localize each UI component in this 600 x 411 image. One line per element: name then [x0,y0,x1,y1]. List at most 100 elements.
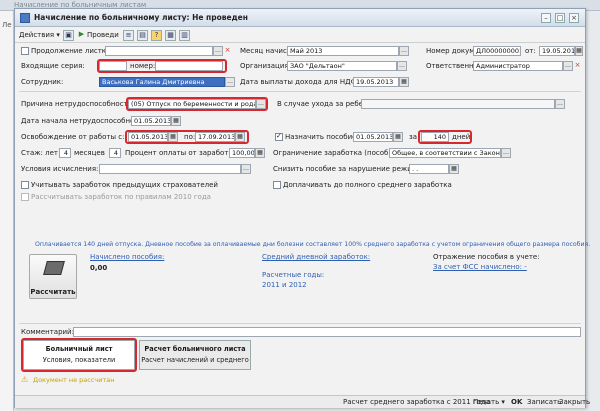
reduce-calendar-icon[interactable]: ▦ [449,164,459,174]
actions-menu[interactable]: Действия ▾ [19,30,60,41]
ok-button[interactable]: OK [511,398,522,406]
separator [19,91,581,92]
minimize-icon[interactable]: – [541,13,551,23]
window-title: Начисление по больничному листу: Не пров… [34,13,248,22]
reason-label: Причина нетрудоспособности: [21,100,135,108]
warning-icon: ⚠ [21,375,29,384]
separator-bottom [19,323,581,324]
calculator-icon [43,261,65,275]
reduce-label: Снизить пособие за нарушение режима с: [273,165,430,173]
rules2010-label: Рассчитывать заработок по правилам 2010 … [31,193,211,201]
comment-field[interactable] [73,327,581,337]
responsible-clear-icon[interactable]: × [573,61,582,71]
experience-label: Стаж: лет [21,149,59,157]
responsible-field[interactable]: Администратор [473,61,563,71]
topup-checkbox[interactable] [273,181,281,189]
grid-icon[interactable]: ▦ [165,30,176,41]
reduce-field[interactable]: . . [409,164,449,174]
years-label: Расчетные годы: [262,271,325,279]
doc-icon[interactable]: ▤ [137,30,148,41]
payout-field[interactable]: 19.05.2013 [353,77,399,87]
close-button[interactable]: Закрыть [559,398,590,406]
experience-months-field[interactable]: 4 [109,148,121,158]
info-text: Оплачивается 140 дней отпуска. Дневное п… [35,241,591,248]
org-label: Организация: [240,62,291,70]
prev-insurers-label: Учитывать заработок предыдущих страховат… [31,181,218,189]
employee-field[interactable]: Васькова Галина Дмитриевна [99,77,225,87]
highlight-series-number [97,59,227,73]
status-bar: Расчет среднего заработка с 2011 года Пе… [15,395,590,408]
calculate-button-label: Рассчитать [30,288,76,296]
release-label: Освобождение от работы с: [21,133,125,141]
start-field[interactable]: 01.05.2013 [131,116,171,126]
tab-calculation-subtitle: Расчет начислений и среднего [141,356,249,364]
employee-select-button[interactable]: … [225,77,235,87]
prev-insurers-checkbox[interactable] [21,181,29,189]
series-label: Входящие серия: [21,62,85,70]
payout-label: Дата выплаты дохода для НДФЛ: [240,78,365,86]
document-icon [20,13,30,23]
maximize-icon[interactable]: □ [555,13,565,23]
assign-calendar-icon[interactable]: ▦ [393,132,403,142]
warning-text: Документ не рассчитан [33,376,115,384]
topup-label: Доплачивать до полного среднего заработк… [283,181,452,189]
continuation-label: Продолжение листка [31,47,111,55]
background-left-panel: Ле [0,11,14,411]
docnum-field[interactable]: ДЛ000000001 [473,46,521,56]
org-field[interactable]: ЗАО "Дельтаон" [287,61,397,71]
post-icon[interactable]: ▶ [77,30,86,41]
experience-years-field[interactable]: 4 [59,148,71,158]
highlight-days [418,130,472,144]
calculate-button[interactable]: Рассчитать [29,254,77,299]
continuation-field[interactable] [105,46,213,56]
date-field[interactable]: 19.05.2013 [539,46,575,56]
employee-label: Сотрудник: [21,78,64,86]
help-icon[interactable]: ? [151,30,162,41]
comment-label: Комментарий: [21,328,74,336]
childcare-field[interactable] [361,99,555,109]
childcare-select-button[interactable]: … [555,99,565,109]
start-label: Дата начала нетрудоспособности: [21,117,150,125]
continuation-clear-icon[interactable]: × [223,46,232,56]
list-icon[interactable]: ≡ [123,30,134,41]
org-select-button[interactable]: … [397,61,407,71]
month-select-button[interactable]: … [399,46,409,56]
percent-field[interactable]: 100,00 [229,148,255,158]
percent-label: Процент оплаты от заработка: [125,149,240,157]
assign-checkbox[interactable] [275,132,283,141]
close-icon[interactable]: × [569,13,579,23]
continuation-select-button[interactable]: … [213,46,223,56]
highlight-release [125,130,249,144]
assign-from-field[interactable]: 01.05.2013 [353,132,393,142]
post-button[interactable]: Проведи [87,30,119,41]
calendar-icon[interactable]: ▦ [575,46,583,56]
payout-calendar-icon[interactable]: ▦ [399,77,409,87]
print-menu[interactable]: Печать ▾ [473,398,505,406]
accrued-value: 0,00 [90,264,108,272]
reflect-value[interactable]: За счет ФСС начислено: - [433,263,527,271]
calc-avg-button[interactable]: Расчет среднего заработка с 2011 года [343,398,490,406]
conditions-field[interactable] [99,164,241,174]
continuation-checkbox[interactable] [21,47,29,55]
conditions-label: Условия исчисления: [21,165,99,173]
tab-calculation[interactable]: Расчет больничного листа Расчет начислен… [139,340,251,370]
month-field[interactable]: Май 2013 [287,46,399,56]
percent-calc-icon[interactable]: ▦ [255,148,265,158]
avg-label[interactable]: Средний дневной заработок: [262,253,370,261]
highlight-tab [21,338,137,372]
date-label: от: [525,47,536,55]
assign-days-label: за [409,133,418,141]
save-button[interactable]: Записать [527,398,561,406]
start-calendar-icon[interactable]: ▦ [171,116,181,126]
conditions-select-button[interactable]: … [241,164,251,174]
reflect-label: Отражение пособия в учете: [433,253,540,261]
limit-select-button[interactable]: … [501,148,511,158]
document-window: Начисление по больничному листу: Не пров… [14,8,590,408]
background-left-letter: Ле [2,21,12,29]
responsible-select-button[interactable]: … [563,61,573,71]
rules2010-checkbox[interactable] [21,193,29,201]
accrued-label[interactable]: Начислено пособия: [90,253,164,261]
save-icon[interactable]: ▣ [63,30,74,41]
limit-field[interactable]: Общее, в соответствии с Закон... [389,148,501,158]
table-icon[interactable]: ▥ [179,30,190,41]
